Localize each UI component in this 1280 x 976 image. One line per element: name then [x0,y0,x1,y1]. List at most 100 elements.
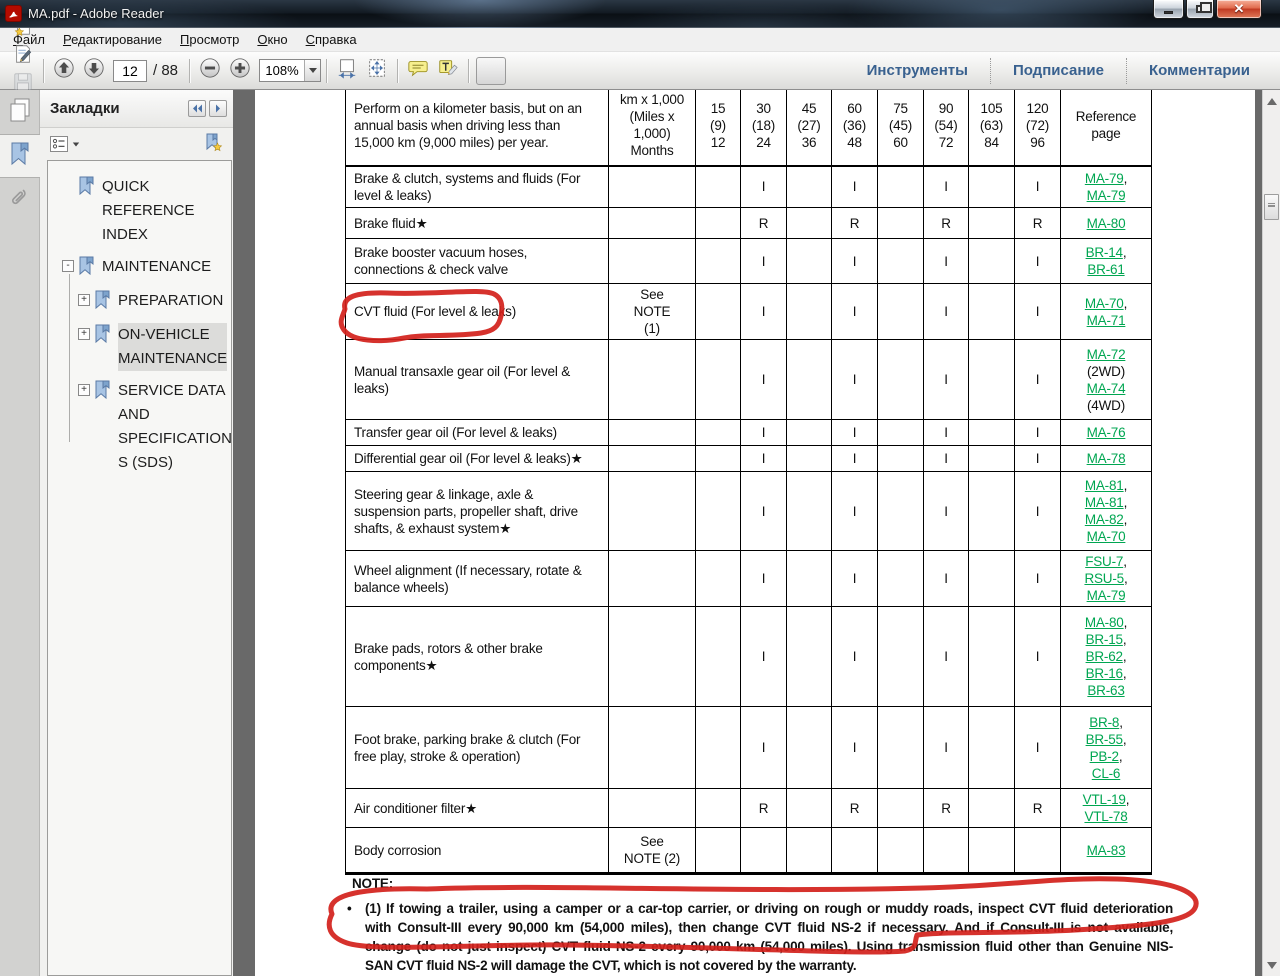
reference-link[interactable]: BR-61 [1087,262,1124,277]
zoom-dropdown-button[interactable] [304,60,320,81]
interval-mark-cell [696,340,741,420]
next-page-button[interactable] [79,57,109,85]
reference-link[interactable]: RSU-5 [1084,571,1124,586]
interval-mark-cell [787,446,832,472]
vertical-scrollbar[interactable] [1262,90,1280,976]
attachments-panel-tab[interactable] [0,178,40,222]
reference-link[interactable]: MA-79 [1087,188,1126,203]
scroll-down-arrow-icon[interactable] [1267,962,1277,969]
interval-mark-cell [969,166,1015,208]
restore-button[interactable] [1186,0,1214,19]
scrollbar-thumb[interactable] [1264,194,1279,220]
reference-link[interactable]: MA-82 [1085,512,1124,527]
interval-mark-cell: I [1015,420,1061,446]
highlight-text-button[interactable] [433,57,463,85]
reference-link[interactable]: FSU-7 [1085,554,1123,569]
close-button[interactable]: ✕ [1216,0,1262,19]
reference-link[interactable]: BR-16 [1086,666,1123,681]
fit-width-button[interactable] [332,57,362,85]
reference-link[interactable]: BR-8 [1089,715,1119,730]
bookmark-item-quick-reference-index[interactable]: QUICK REFERENCE INDEX [48,175,227,247]
interval-mark-cell [969,707,1015,789]
minimize-button[interactable] [1153,0,1184,19]
reference-link[interactable]: MA-81 [1085,478,1124,493]
reference-link[interactable]: VTL-19 [1083,792,1126,807]
table-row: Brake booster vacuum hoses, connections … [346,239,1152,284]
zoom-level-select[interactable]: 108% [259,59,321,82]
interval-mark-cell [969,420,1015,446]
reference-link[interactable]: MA-72 [1087,347,1126,362]
reference-link[interactable]: BR-55 [1086,732,1123,747]
reference-link[interactable]: BR-14 [1086,245,1123,260]
item-cell: Brake pads, rotors & other brake compone… [346,607,609,707]
interval-mark-cell: I [741,472,787,551]
sign-panel-button[interactable]: Подписание [991,59,1126,83]
menu-5[interactable]: Справка [297,29,366,50]
previous-page-button[interactable] [49,57,79,85]
pages-panel-tab[interactable] [0,90,40,134]
reference-line: BR-55, [1062,731,1150,748]
bookmark-item-preparation[interactable]: +PREPARATION [48,289,227,315]
page-number-input[interactable] [113,60,147,82]
fullscreen-button[interactable] [476,57,506,85]
reference-link[interactable]: MA-70 [1085,296,1124,311]
interval-mark-cell [969,446,1015,472]
interval-mark-cell: I [924,446,969,472]
tools-button[interactable]: Инструменты [845,59,990,83]
reference-link[interactable]: MA-70 [1087,529,1126,544]
bookmark-label: SERVICE DATA AND SPECIFICATIONS (SDS) [118,379,232,475]
menu-2[interactable]: Редактирование [54,29,171,50]
bookmarks-panel-tab[interactable] [0,134,40,178]
interval-mark-cell [787,828,832,874]
reference-link[interactable]: MA-80 [1085,615,1124,630]
reference-link[interactable]: VTL-78 [1084,809,1127,824]
reference-line: MA-72 [1062,346,1150,363]
expand-expander-icon[interactable]: + [78,328,90,340]
reference-link[interactable]: BR-15 [1086,632,1123,647]
paperclip-icon [9,185,31,216]
item-cell: Brake & clutch, systems and fluids (For … [346,166,609,208]
reference-link[interactable]: MA-78 [1087,451,1126,466]
reference-link[interactable]: PB-2 [1090,749,1119,764]
new-bookmark-button[interactable] [203,132,223,157]
expand-expander-icon[interactable]: + [78,294,90,306]
reference-link[interactable]: MA-81 [1085,495,1124,510]
bookmark-item-maintenance[interactable]: - MAINTENANCE [48,255,227,281]
reference-link[interactable]: MA-79 [1085,171,1124,186]
comments-panel-button[interactable]: Комментарии [1127,59,1272,83]
expand-expander-icon[interactable]: + [78,384,90,396]
reference-link[interactable]: MA-76 [1087,425,1126,440]
add-comment-button[interactable] [403,57,433,85]
collapse-expander-icon[interactable]: - [62,260,74,272]
bookmark-item-service-data-and-specifications-sds[interactable]: +SERVICE DATA AND SPECIFICATIONS (SDS) [48,379,227,475]
reference-link[interactable]: MA-80 [1087,216,1126,231]
reference-link[interactable]: MA-83 [1087,843,1126,858]
reference-link[interactable]: BR-62 [1086,649,1123,664]
chevron-down-icon [73,142,79,146]
reference-link[interactable]: BR-63 [1087,683,1124,698]
expand-panel-button[interactable] [209,100,227,117]
collapse-panel-button[interactable] [188,100,206,117]
reference-link[interactable]: MA-71 [1087,313,1126,328]
reference-link[interactable]: MA-74 [1087,381,1126,396]
bookmark-icon [78,176,95,201]
bookmark-item-on-vehicle-maintenance[interactable]: +ON-VEHICLE MAINTENANCE [48,323,227,371]
close-icon: ✕ [1234,1,1245,17]
menu-3[interactable]: Просмотр [171,29,248,50]
bookmark-label: MAINTENANCE [102,255,227,279]
interval-mark-cell [878,208,924,239]
zoom-out-button[interactable] [195,57,225,85]
sign-document-button[interactable] [8,43,38,71]
zoom-in-button[interactable] [225,57,255,85]
bookmarks-options-button[interactable] [50,136,80,152]
bookmarks-options-row [40,128,233,160]
scroll-up-arrow-icon[interactable] [1267,98,1277,105]
content-area: Закладки [0,90,1280,976]
item-cell: Wheel alignment (If necessary, rotate & … [346,551,609,607]
menu-4[interactable]: Окно [248,29,296,50]
reference-link[interactable]: CL-6 [1092,766,1120,781]
fit-page-button[interactable] [362,57,392,85]
reference-line: MA-79 [1062,187,1150,204]
reference-link[interactable]: MA-79 [1087,588,1126,603]
interval-mark-cell [787,707,832,789]
